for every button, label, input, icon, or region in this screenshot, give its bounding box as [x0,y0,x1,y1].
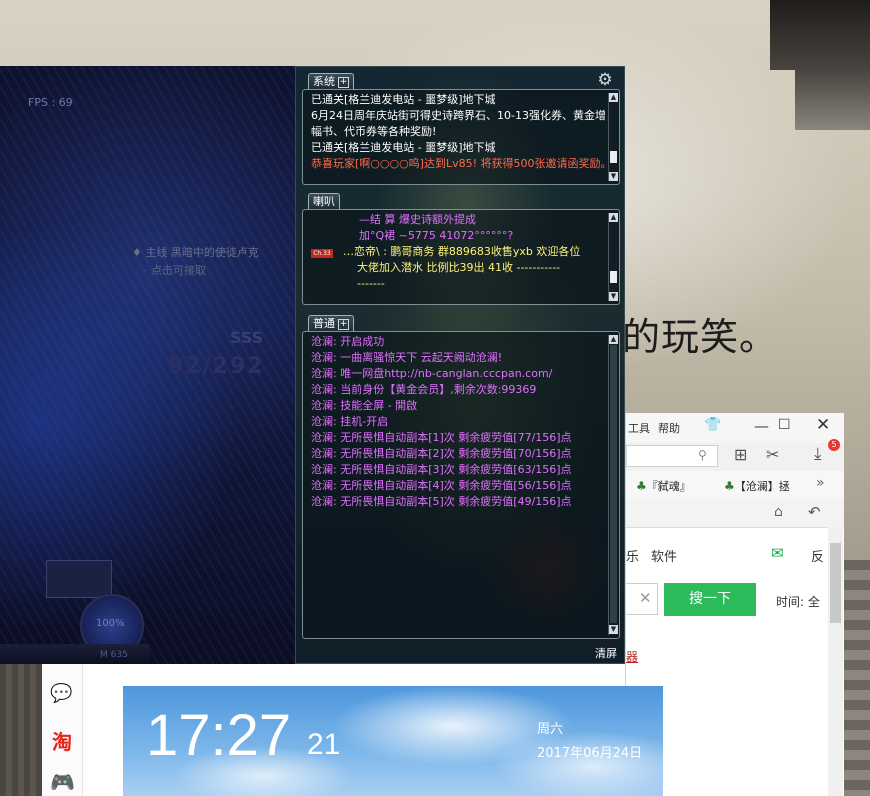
desktop-decoration [795,70,870,130]
chat-message-line: 沧澜: 无所畏惧自动副本[1]次 剩余疲劳值[77/156]点 [311,431,572,444]
home-icon[interactable]: ⌂ [774,504,783,520]
scroll-up-icon[interactable]: ▲ [609,335,618,344]
chat-message-line: 沧澜: 无所畏惧自动副本[4]次 剩余疲劳值[56/156]点 [311,479,572,492]
chevron-right-icon[interactable]: » [816,475,825,491]
clock-time: 17:27 [146,703,292,768]
close-button[interactable]: ✕ [816,415,830,435]
chat-message-line: 沧澜: 一曲离骚惊天下 云起天阙动沧澜! [311,351,503,364]
hud-text: M 635 [100,650,128,660]
chat-message-line: 沧澜: 唯一网盘http://nb-canglan.cccpan.com/ [311,367,553,380]
normal-message-panel: 沧澜: 开启成功沧澜: 一曲离骚惊天下 云起天阙动沧澜! 沧澜: 唯一网盘http… [302,331,620,639]
chat-message-line: 沧澜: 当前身份【黄金会员】,剩余次数:99369 [311,383,537,396]
chat-window[interactable]: 系统 + ⚙ 已通关[格兰迪发电站 - 噩梦级]地下城 6月24日周年庆站街可得史诗… [295,66,625,664]
chat-message-line: 沧澜: 无所畏惧自动副本[3]次 剩余疲劳值[63/156]点 [311,463,572,476]
chat-message-line: 幅书、代币券等各种奖励! [311,125,437,138]
chat-message-line: 恭喜玩家[啊○○○○呜]达到Lv85! 将获得500张邀请函奖励。 [311,157,612,170]
taobao-icon[interactable]: 淘 [52,726,72,755]
tree-icon: ♣ [724,479,735,493]
game-overlay-text: SSS [230,328,264,347]
wechat-icon[interactable]: 💬 [50,683,72,704]
scrollbar[interactable]: ▲ ▼ [608,335,618,635]
scroll-up-icon[interactable]: ▲ [609,213,618,222]
chat-message-line: 沧澜: 挂机-开启 [311,415,389,428]
scroll-up-icon[interactable]: ▲ [609,93,618,102]
bookmark-label: 【沧澜】拯 [734,480,790,493]
chat-message-line: 沧澜: 无所畏惧自动副本[5]次 剩余疲劳值[49/156]点 [311,495,572,508]
chat-message-line: —结 算 爆史诗额外提成 [359,213,476,226]
chat-message-line: 6月24日周年庆站街可得史诗跨界石、10-13强化券、黄金增 [311,109,606,122]
bookmark-label: 『弑魂』 [646,480,691,493]
character-portrait[interactable] [46,560,112,598]
fps-counter: FPS : 69 [28,96,73,109]
horn-message-panel: Ch.33 —结 算 爆史诗额外提成加°Q裙 ~5775 41072°°°°°°… [302,209,620,305]
system-message-panel: 已通关[格兰迪发电站 - 噩梦级]地下城 6月24日周年庆站街可得史诗跨界石、10… [302,89,620,185]
scrollbar[interactable]: ▲ ▼ [608,93,618,181]
time-filter[interactable]: 时间: 全 [776,593,820,610]
maximize-button[interactable]: ☐ [778,417,791,433]
scroll-thumb[interactable] [610,271,617,283]
scroll-down-icon[interactable]: ▼ [609,292,618,301]
tree-icon: ♣ [636,479,647,493]
mail-icon[interactable]: ✉ [771,544,784,562]
chat-message-line: 已通关[格兰迪发电站 - 噩梦级]地下城 [311,93,496,106]
clear-screen-button[interactable]: 清屏 [595,645,617,661]
tab-normal[interactable]: 普通 + [308,315,354,332]
tab-label: 普通 [313,317,335,330]
quest-hint: · 点击可接取 [144,264,206,277]
channel-badge: Ch.33 [311,249,333,258]
menu-tools[interactable]: 工具 [628,420,650,436]
download-icon[interactable]: ⤓ [814,444,822,464]
gamepad-icon[interactable]: 🎮 [50,770,75,794]
quest-title[interactable]: ♦ 主线 黑暗中的使徒卢克 [132,244,259,260]
chat-message-line: 大佬加入潜水 比例比39出 41收 ----------- [357,261,561,274]
chat-message-line: 已通关[格兰迪发电站 - 噩梦级]地下城 [311,141,496,154]
search-icon[interactable]: ⚲ [698,448,707,462]
mp-orb-label: 100% [96,618,125,629]
search-button[interactable]: 搜一下 [664,583,756,616]
result-link[interactable]: 器 [626,648,638,665]
chat-message-line: 沧澜: 开启成功 [311,335,385,348]
scroll-down-icon[interactable]: ▼ [609,172,618,181]
game-window[interactable]: FPS : 69 ♦ 主线 黑暗中的使徒卢克 · 点击可接取 SSS 92/29… [0,66,296,664]
undo-icon[interactable]: ↶ [808,503,821,521]
chat-message-line: 加°Q裙 ~5775 41072°°°°°°? [359,229,514,242]
menu-help[interactable]: 帮助 [658,420,680,436]
chat-message-line: 沧澜: 无所畏惧自动副本[2]次 剩余疲劳值[70/156]点 [311,447,572,460]
expand-icon[interactable]: + [338,76,349,88]
chat-message-line: 沧澜: 技能全屏 - 開啟 [311,399,418,412]
apps-icon[interactable]: ⊞ [734,445,747,464]
scissors-icon[interactable]: ✂ [766,445,779,464]
download-count-badge: 5 [828,439,840,451]
clock-date: 2017年06月24日 [537,746,643,761]
scroll-down-icon[interactable]: ▼ [609,625,618,634]
skin-icon[interactable]: 👕 [704,417,721,433]
nav-tab-music[interactable]: 乐 [626,546,639,565]
tab-system[interactable]: 系统 + [308,73,354,90]
scroll-thumb[interactable] [610,151,617,163]
clear-search-icon[interactable]: ✕ [639,589,652,607]
clock-weekday: 周六 [537,722,564,737]
tab-label: 喇叭 [313,195,335,208]
gear-icon[interactable]: ⚙ [596,71,614,89]
desktop-caption: 的玩笑。 [622,315,779,359]
expand-icon[interactable]: + [338,318,349,330]
quest-tracker[interactable]: ♦ 主线 黑暗中的使徒卢克 · 点击可接取 [132,244,296,284]
tab-label: 系统 [313,75,335,88]
browser-scroll-thumb[interactable] [830,543,841,623]
feedback-link[interactable]: 反 [811,546,824,565]
nav-tab-software[interactable]: 软件 [651,546,677,565]
scroll-track[interactable] [610,345,617,623]
minimize-button[interactable]: — [754,417,769,435]
bookmark-item[interactable]: ♣『弑魂』 [636,478,691,494]
tab-horn[interactable]: 喇叭 [308,193,340,210]
clock-seconds: 21 [307,728,341,761]
bookmark-item[interactable]: ♣【沧澜】拯 [724,478,790,494]
desktop-decoration [770,0,870,70]
scrollbar[interactable]: ▲ ▼ [608,213,618,301]
game-overlay-number: 92/292 [168,354,265,379]
chat-message-line: …恋帝\ : 鹏哥商务 群889683收售yxb 欢迎各位 [343,245,581,258]
chat-message-line: ------- [357,277,385,290]
desktop-decoration [842,560,870,796]
